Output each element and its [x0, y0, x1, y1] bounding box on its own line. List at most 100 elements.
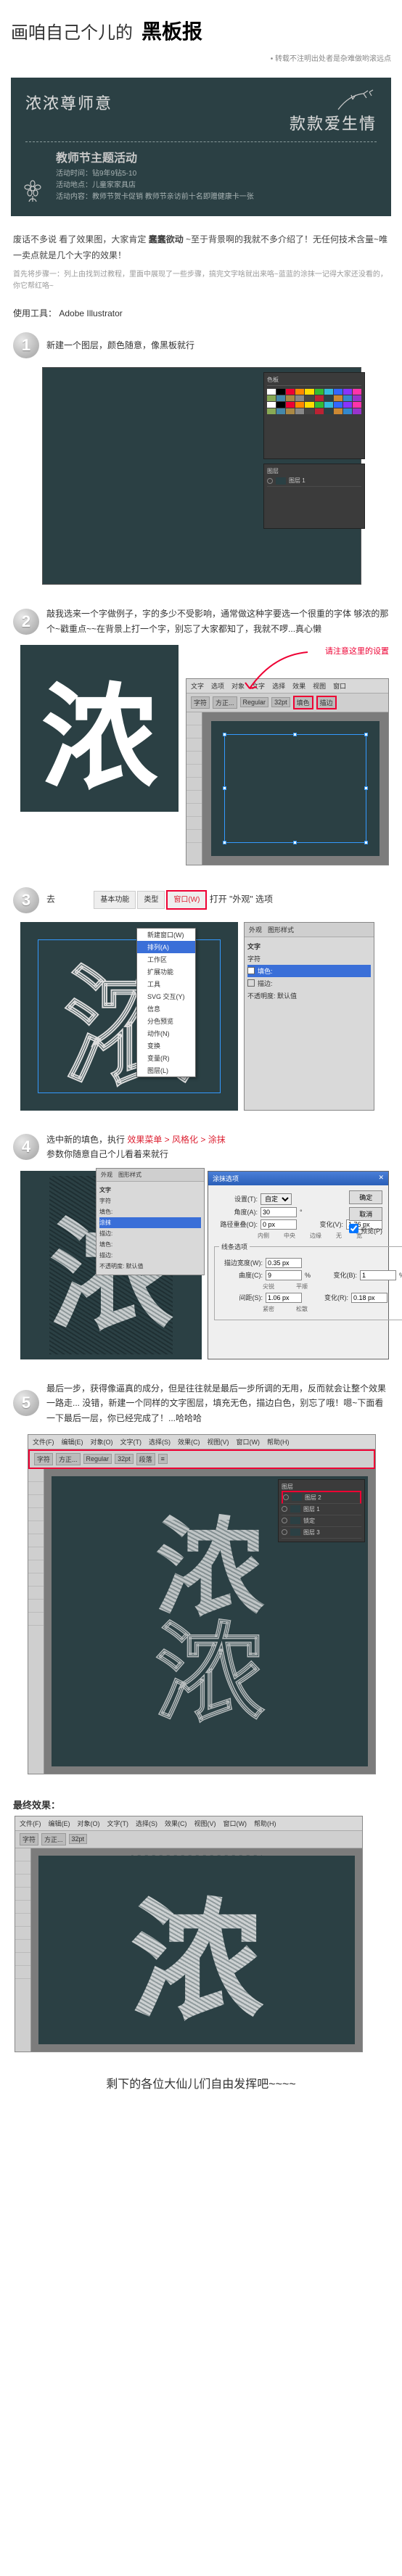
menu-item[interactable]: 对象(O) [91, 1437, 113, 1447]
swatch-cell[interactable] [286, 402, 295, 408]
menu-window[interactable]: 窗口(W) [166, 890, 207, 910]
ai-toolbar-5[interactable]: 字符 方正... Regular 32pt 段落 ≡ [28, 1449, 375, 1469]
menu-item[interactable]: 文字(T) [107, 1819, 129, 1828]
menu-item[interactable]: 文件(F) [20, 1819, 41, 1828]
menu-item[interactable]: 选择(S) [149, 1437, 171, 1447]
curve-input[interactable] [266, 1270, 302, 1280]
dropdown-item[interactable]: 扩展功能 [137, 966, 195, 978]
swatch-cell[interactable] [315, 408, 324, 414]
space-var-input[interactable] [351, 1293, 387, 1303]
layers-panel-5[interactable]: 图层图层 2图层 1锁定图层 3 [278, 1479, 365, 1542]
mini-panel-row[interactable]: 不透明度: 默认值 [99, 1261, 201, 1272]
swatch-cell[interactable] [343, 402, 352, 408]
swatch-cell[interactable] [324, 402, 333, 408]
swatch-cell[interactable] [276, 389, 285, 395]
menu-item[interactable]: 帮助(H) [254, 1819, 276, 1828]
swatch-cell[interactable] [334, 395, 342, 401]
dropdown-item[interactable]: 排列(A) [137, 941, 195, 953]
ai-tool-strip[interactable] [186, 712, 202, 865]
swatch-cell[interactable] [305, 402, 313, 408]
swatch-cell[interactable] [315, 402, 324, 408]
artboard-final[interactable]: 浓 浓 [38, 1856, 355, 2044]
dropdown-item[interactable]: 新建窗口(W) [137, 929, 195, 941]
mini-panel-row[interactable]: 描边: [99, 1228, 201, 1239]
layer-row[interactable]: 图层 1 [282, 1504, 361, 1515]
swatch-cell[interactable] [334, 408, 342, 414]
ai-tool-strip-final[interactable] [15, 1848, 31, 2052]
layer-row[interactable]: 图层 3 [282, 1527, 361, 1539]
menu-item[interactable]: 文字 [191, 681, 204, 691]
swatch-cell[interactable] [353, 402, 361, 408]
layers-panel[interactable]: 图层 图层 1 [263, 464, 365, 529]
dropdown-item[interactable]: 工具 [137, 978, 195, 990]
menu-item[interactable]: 效果(C) [178, 1437, 200, 1447]
ai-tool-strip-5[interactable] [28, 1469, 44, 1774]
swatch-cell[interactable] [295, 395, 304, 401]
curve-var-input[interactable] [360, 1270, 396, 1280]
swatch-cell[interactable] [315, 389, 324, 395]
cancel-button[interactable]: 取消 [349, 1207, 382, 1221]
menu-item[interactable]: 选项 [211, 681, 224, 691]
panel-row-char[interactable]: 字符 [247, 952, 371, 965]
swatch-cell[interactable] [295, 402, 304, 408]
swatch-cell[interactable] [334, 402, 342, 408]
layer-row[interactable]: 锁定 [282, 1515, 361, 1527]
swatch-cell[interactable] [305, 395, 313, 401]
eye-icon[interactable] [267, 478, 273, 484]
menu-item[interactable]: 效果(C) [165, 1819, 187, 1828]
ai-toolbar[interactable]: 字符 方正... Regular 32pt 填色 描边 [186, 694, 388, 712]
tool-char-label[interactable]: 字符 [191, 696, 210, 709]
preview-check[interactable]: 预览(P) [349, 1224, 382, 1235]
menu-basic[interactable]: 基本功能 [94, 891, 136, 909]
close-icon[interactable]: ✕ [378, 1174, 384, 1183]
mini-tab-appearance[interactable]: 外观 [101, 1171, 112, 1179]
panel-row-fill[interactable]: 填色: [247, 965, 371, 977]
swatch-cell[interactable] [276, 402, 285, 408]
graphicstyle-tab[interactable]: 图形样式 [268, 925, 294, 934]
ai-artboard[interactable] [211, 721, 380, 856]
swatch-cell[interactable] [315, 395, 324, 401]
swatch-cell[interactable] [286, 408, 295, 414]
swatch-cell[interactable] [267, 408, 276, 414]
mini-panel-row[interactable]: 填色: [99, 1206, 201, 1217]
swatch-cell[interactable] [353, 395, 361, 401]
menu-type[interactable]: 类型 [137, 891, 165, 909]
ok-button[interactable]: 确定 [349, 1190, 382, 1204]
swatch-cell[interactable] [305, 389, 313, 395]
stroke-input[interactable] [266, 1258, 302, 1268]
ai-menubar-5[interactable]: 文件(F)编辑(E)对象(O)文字(T)选择(S)效果(C)视图(V)窗口(W)… [28, 1435, 375, 1449]
swatch-cell[interactable] [295, 408, 304, 414]
swatches-panel[interactable]: 色板 [263, 372, 365, 459]
tool-size[interactable]: 32pt [271, 697, 290, 707]
swatch-cell[interactable] [324, 395, 333, 401]
dropdown-item[interactable]: 变换 [137, 1040, 195, 1052]
selection-bbox[interactable] [224, 734, 366, 843]
layer-row[interactable]: 图层 2 [282, 1491, 361, 1504]
tool-weight[interactable]: Regular [240, 697, 269, 707]
menu-item[interactable]: 编辑(E) [49, 1819, 70, 1828]
angle-input[interactable] [261, 1207, 297, 1217]
menu-item[interactable]: 窗口(W) [223, 1819, 247, 1828]
scribble-dialog[interactable]: 涂抹选项 ✕ 确定 取消 预览(P) 设置(T):自定 角度(A): ° 路径重… [208, 1171, 389, 1359]
tool-fill[interactable]: 填色 [293, 696, 313, 709]
mini-tab-style[interactable]: 图形样式 [118, 1171, 141, 1179]
swatch-cell[interactable] [276, 408, 285, 414]
swatch-cell[interactable] [343, 408, 352, 414]
swatch-tab[interactable]: 色板 [267, 376, 279, 384]
swatch-cell[interactable] [324, 389, 333, 395]
artboard-5[interactable]: 浓 浓 图层图层 2图层 1锁定图层 3 [52, 1476, 368, 1766]
swatch-cell[interactable] [353, 408, 361, 414]
dropdown-item[interactable]: 分色预览 [137, 1015, 195, 1027]
overlap-input[interactable] [261, 1219, 297, 1230]
tool-stroke[interactable]: 描边 [316, 696, 337, 709]
menu-item[interactable]: 帮助(H) [267, 1437, 290, 1447]
preset-select[interactable]: 自定 [261, 1193, 292, 1205]
menu-item[interactable]: 对象 [231, 681, 245, 691]
swatch-cell[interactable] [334, 389, 342, 395]
swatch-cell[interactable] [286, 395, 295, 401]
menu-item[interactable]: 视图 [313, 681, 326, 691]
swatch-cell[interactable] [267, 395, 276, 401]
layers-tab[interactable]: 图层 [267, 468, 279, 474]
dropdown-item[interactable]: 信息 [137, 1003, 195, 1015]
swatch-cell[interactable] [295, 389, 304, 395]
